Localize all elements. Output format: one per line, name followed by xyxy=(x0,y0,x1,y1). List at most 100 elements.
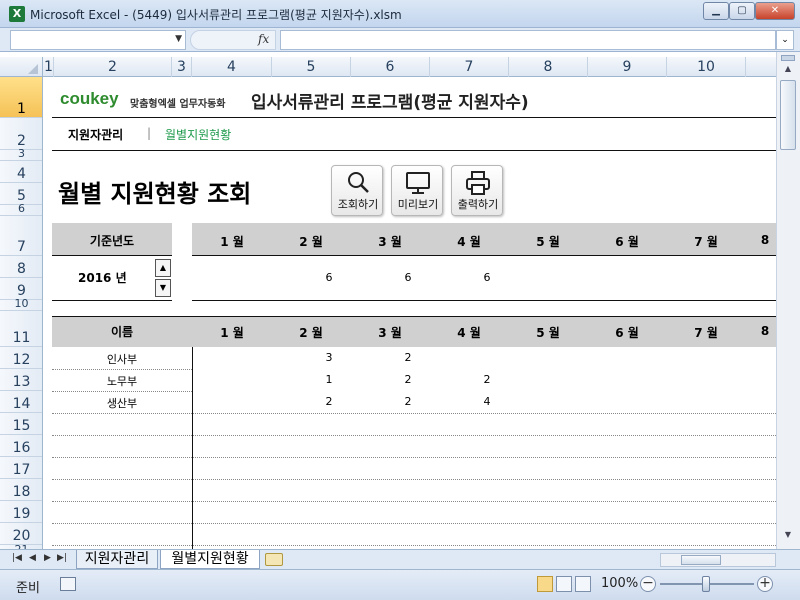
name-box[interactable]: ▼ xyxy=(10,30,186,50)
sheet-tab-bar: |◀ ◀ ▶ ▶| 지원자관리 월별지원현황 xyxy=(0,549,800,569)
page-title: 월별 지원현황 조회 xyxy=(58,180,252,208)
row-header[interactable]: 20 xyxy=(0,523,42,545)
month-header: 8 xyxy=(760,233,770,247)
excel-icon: X xyxy=(9,6,25,22)
row-header[interactable]: 8 xyxy=(0,256,42,278)
prev-sheet-icon[interactable]: ◀ xyxy=(29,553,36,563)
table-cell: 2 xyxy=(325,395,333,408)
row-divider xyxy=(52,413,192,414)
zoom-level[interactable]: 100% xyxy=(601,576,638,591)
horizontal-scrollbar[interactable] xyxy=(660,553,776,567)
row-header[interactable]: 1 xyxy=(0,77,42,118)
row-header[interactable]: 3 xyxy=(0,147,42,161)
last-sheet-icon[interactable]: ▶| xyxy=(57,553,67,563)
nav-applicant-management[interactable]: 지원자관리 xyxy=(68,126,123,143)
name-header: 이름 xyxy=(110,325,134,339)
month-header: 6 월 xyxy=(615,326,639,340)
year-down-button[interactable]: ▼ xyxy=(155,279,171,297)
preview-button-label: 미리보기 xyxy=(397,198,439,211)
row-header[interactable]: 19 xyxy=(0,501,42,523)
row-header[interactable]: 16 xyxy=(0,435,42,457)
scroll-thumb[interactable] xyxy=(681,555,721,565)
printer-icon xyxy=(466,171,490,195)
minimize-button[interactable]: ▁ xyxy=(703,2,729,20)
maximize-button[interactable]: ▢ xyxy=(729,2,755,20)
column-header[interactable]: 7 xyxy=(430,57,509,77)
row-divider xyxy=(52,391,192,392)
normal-view-icon[interactable] xyxy=(537,576,553,592)
macro-record-icon[interactable] xyxy=(60,577,76,591)
row-header[interactable]: 15 xyxy=(0,413,42,435)
row-header[interactable]: 18 xyxy=(0,479,42,501)
column-header[interactable]: 3 xyxy=(172,57,192,77)
split-handle[interactable] xyxy=(781,55,795,61)
page-break-view-icon[interactable] xyxy=(575,576,591,592)
zoom-slider-thumb[interactable] xyxy=(702,576,710,592)
month-header: 1 월 xyxy=(220,235,244,249)
select-all-corner[interactable] xyxy=(0,57,43,77)
nav-monthly-status[interactable]: 월별지원현황 xyxy=(165,126,231,143)
year-up-button[interactable]: ▲ xyxy=(155,259,171,277)
next-sheet-icon[interactable]: ▶ xyxy=(44,553,51,563)
row-header[interactable]: 13 xyxy=(0,369,42,391)
table-cell: 1 xyxy=(325,373,333,386)
column-header[interactable]: 6 xyxy=(351,57,430,77)
column-header[interactable]: 9 xyxy=(588,57,667,77)
column-header[interactable]: 1 xyxy=(44,57,54,77)
column-header[interactable]: 8 xyxy=(509,57,588,77)
table-row-name: 인사부 xyxy=(106,353,138,366)
column-header[interactable]: 5 xyxy=(272,57,351,77)
month-header: 7 월 xyxy=(694,235,718,249)
name-column-divider xyxy=(192,347,193,549)
table-cell: 2 xyxy=(404,351,412,364)
row-divider xyxy=(193,479,776,480)
column-header[interactable]: 2 xyxy=(54,57,172,77)
row-header[interactable]: 14 xyxy=(0,391,42,413)
row-divider xyxy=(52,545,192,546)
row-divider xyxy=(193,501,776,502)
row-divider xyxy=(193,413,776,414)
row-divider xyxy=(52,435,192,436)
column-header[interactable]: 4 xyxy=(192,57,272,77)
status-ready: 준비 xyxy=(16,581,40,596)
scroll-up-icon[interactable]: ▲ xyxy=(780,64,796,78)
sheet-tab-applicants[interactable]: 지원자관리 xyxy=(76,550,158,569)
column-header[interactable]: 10 xyxy=(667,57,746,77)
row-header[interactable]: 17 xyxy=(0,457,42,479)
row-header[interactable]: 10 xyxy=(0,297,42,311)
vertical-scrollbar[interactable]: ▲ ▼ xyxy=(776,52,800,549)
row-header[interactable]: 4 xyxy=(0,161,42,183)
row-divider xyxy=(52,523,192,524)
preview-button[interactable]: 미리보기 xyxy=(391,165,443,216)
new-sheet-icon[interactable] xyxy=(265,553,283,566)
print-button[interactable]: 출력하기 xyxy=(451,165,503,216)
chevron-down-icon[interactable]: ▼ xyxy=(175,34,182,44)
function-icon[interactable]: fx xyxy=(258,32,269,46)
year-value: 2016 년 xyxy=(78,271,127,285)
header-divider xyxy=(52,117,776,118)
scroll-thumb[interactable] xyxy=(780,80,796,150)
search-button-label: 조회하기 xyxy=(337,198,379,211)
month-header: 3 월 xyxy=(378,326,402,340)
search-button[interactable]: 조회하기 xyxy=(331,165,383,216)
row-header[interactable]: 7 xyxy=(0,216,42,256)
row-header[interactable]: 6 xyxy=(0,202,42,216)
brand-logo: coukey xyxy=(60,89,119,108)
scroll-down-icon[interactable]: ▼ xyxy=(780,530,796,544)
table-cell: 2 xyxy=(404,373,412,386)
sheet-tab-monthly[interactable]: 월별지원현황 xyxy=(160,550,260,569)
row-header[interactable]: 11 xyxy=(0,311,42,347)
expand-formula-icon[interactable]: ⌄ xyxy=(776,30,794,50)
row-header[interactable]: 2 xyxy=(0,118,42,150)
formula-bar: ▼ fx ⌄ xyxy=(0,28,800,52)
zoom-out-icon[interactable]: − xyxy=(640,576,656,592)
page-layout-view-icon[interactable] xyxy=(556,576,572,592)
print-button-label: 출력하기 xyxy=(457,198,499,211)
row-header[interactable]: 12 xyxy=(0,347,42,369)
table-row-name: 생산부 xyxy=(106,397,138,410)
zoom-in-icon[interactable]: + xyxy=(757,576,773,592)
close-button[interactable]: ✕ xyxy=(755,2,795,20)
row-divider xyxy=(52,457,192,458)
first-sheet-icon[interactable]: |◀ xyxy=(12,553,22,563)
formula-input[interactable] xyxy=(280,30,776,50)
